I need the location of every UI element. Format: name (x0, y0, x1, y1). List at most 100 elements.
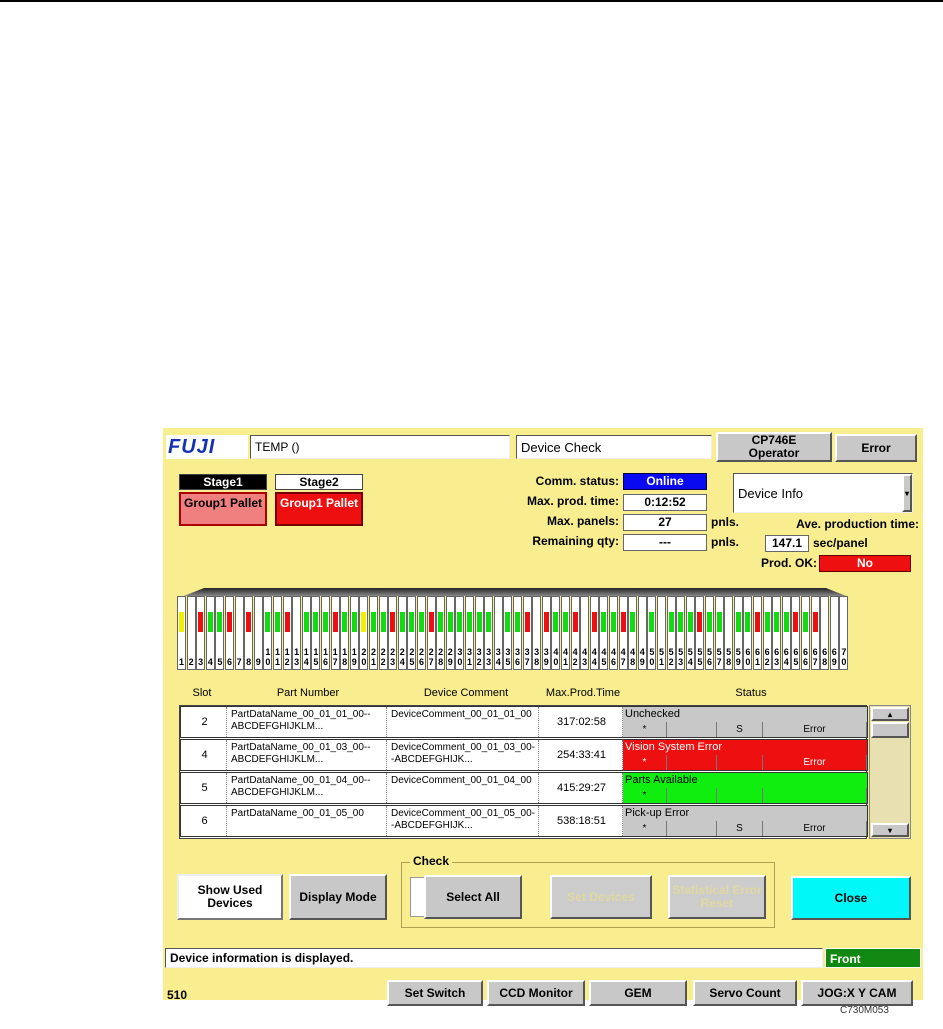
feeder-slot[interactable]: 21 (369, 596, 378, 670)
feeder-slot[interactable]: 16 (321, 596, 330, 670)
feeder-slot[interactable]: 39 (541, 596, 551, 670)
slot-number: 10 (265, 647, 271, 667)
feeder-slot[interactable]: 44 (589, 596, 599, 670)
feeder-slot[interactable]: 30 (455, 596, 465, 670)
feeder-slot[interactable]: 19 (349, 596, 359, 670)
feeder-slot[interactable]: 58 (724, 596, 734, 670)
feeder-slot[interactable]: 22 (378, 596, 388, 670)
feeder-slot[interactable]: 67 (810, 596, 820, 670)
set-switch-button[interactable]: Set Switch (387, 980, 483, 1006)
statistical-error-reset-button[interactable]: Statistical Error Reset (668, 875, 766, 919)
feeder-slot[interactable]: 23 (388, 596, 398, 670)
table-row[interactable]: 4 PartDataName_00_01_03_00--ABCDEFGHIJKLM… (180, 739, 868, 771)
feeder-slot[interactable]: 3 (196, 596, 206, 670)
feeder-slot[interactable]: 13 (292, 596, 302, 670)
feeder-slot[interactable]: 25 (407, 596, 417, 670)
feeder-slot[interactable]: 35 (503, 596, 513, 670)
feeder-slot[interactable]: 63 (772, 596, 782, 670)
feeder-slot[interactable]: 65 (791, 596, 801, 670)
feeder-slot[interactable]: 15 (311, 596, 321, 670)
feeder-slot[interactable]: 14 (301, 596, 311, 670)
feeder-slot[interactable]: 29 (445, 596, 455, 670)
feeder-slot[interactable]: 62 (762, 596, 772, 670)
feeder-slot[interactable]: 27 (426, 596, 436, 670)
error-button[interactable]: Error (835, 434, 917, 462)
slot-status-indicator (303, 612, 309, 632)
feeder-slot[interactable]: 69 (829, 596, 839, 670)
feeder-slot[interactable]: 59 (733, 596, 743, 670)
feeder-slot[interactable]: 26 (417, 596, 426, 670)
feeder-slot[interactable]: 66 (801, 596, 810, 670)
feeder-slot[interactable]: 49 (637, 596, 647, 670)
slot-number: 25 (409, 647, 415, 667)
feeder-slot[interactable]: 1 (177, 596, 186, 670)
close-button[interactable]: Close (791, 876, 911, 920)
feeder-slot[interactable]: 57 (714, 596, 724, 670)
chevron-down-icon[interactable]: ▾ (902, 474, 912, 512)
feeder-slot[interactable]: 36 (513, 596, 522, 670)
feeder-slot[interactable]: 20 (359, 596, 369, 670)
gem-button[interactable]: GEM (589, 980, 687, 1006)
table-scrollbar[interactable]: ▴ ▾ (869, 705, 911, 839)
feeder-slot[interactable]: 41 (561, 596, 570, 670)
select-all-button[interactable]: Select All (424, 875, 522, 919)
feeder-slot[interactable]: 37 (522, 596, 532, 670)
feeder-slot[interactable]: 48 (628, 596, 638, 670)
table-row[interactable]: 2 PartDataName_00_01_01_00--ABCDEFGHIJKLM… (180, 706, 868, 738)
feeder-slot[interactable]: 34 (493, 596, 503, 670)
feeder-slot[interactable]: 17 (330, 596, 340, 670)
feeder-slot[interactable]: 47 (618, 596, 628, 670)
feeder-slot[interactable]: 70 (839, 596, 849, 670)
feeder-slot[interactable]: 52 (666, 596, 676, 670)
feeder-slot[interactable]: 9 (253, 596, 263, 670)
feeder-slot[interactable]: 64 (781, 596, 791, 670)
scroll-thumb[interactable] (871, 722, 909, 738)
scroll-down-icon[interactable]: ▾ (871, 823, 909, 837)
feeder-slot[interactable]: 2 (186, 596, 196, 670)
feeder-slot[interactable]: 18 (340, 596, 350, 670)
feeder-slot[interactable]: 8 (244, 596, 254, 670)
stage1-group-pallet[interactable]: Group1 Pallet (179, 492, 267, 526)
servo-count-button[interactable]: Servo Count (693, 980, 797, 1006)
show-used-devices-button[interactable]: Show Used Devices (177, 874, 283, 920)
device-info-dropdown[interactable]: Device Info ▾ (733, 473, 913, 513)
feeder-slot[interactable]: 38 (532, 596, 542, 670)
feeder-slot[interactable]: 40 (551, 596, 561, 670)
jog-xycam-button[interactable]: JOG:X Y CAM (801, 980, 913, 1006)
feeder-slot[interactable]: 28 (436, 596, 446, 670)
scroll-up-icon[interactable]: ▴ (871, 707, 909, 721)
feeder-slot[interactable]: 32 (474, 596, 484, 670)
feeder-slot[interactable]: 68 (820, 596, 830, 670)
feeder-slot[interactable]: 5 (215, 596, 225, 670)
feeder-slot[interactable]: 53 (676, 596, 686, 670)
stage2-group-pallet[interactable]: Group1 Pallet (275, 492, 363, 526)
feeder-slot[interactable]: 46 (609, 596, 618, 670)
ccd-monitor-button[interactable]: CCD Monitor (487, 980, 585, 1006)
feeder-slot[interactable]: 7 (234, 596, 244, 670)
table-row[interactable]: 5 PartDataName_00_01_04_00--ABCDEFGHIJKLM… (180, 772, 868, 804)
feeder-slot[interactable]: 56 (705, 596, 714, 670)
feeder-slot[interactable]: 60 (743, 596, 753, 670)
feeder-slot[interactable]: 61 (753, 596, 762, 670)
feeder-slot[interactable]: 33 (484, 596, 494, 670)
set-devices-button[interactable]: Set Devices (550, 875, 652, 919)
feeder-slot[interactable]: 11 (273, 596, 282, 670)
operator-button[interactable]: CP746E Operator (716, 432, 832, 462)
feeder-slot[interactable]: 4 (205, 596, 215, 670)
feeder-slot[interactable]: 12 (282, 596, 292, 670)
feeder-slot[interactable]: 42 (570, 596, 580, 670)
feeder-slot[interactable]: 51 (657, 596, 666, 670)
feeder-slot[interactable]: 45 (599, 596, 609, 670)
feeder-slot[interactable]: 55 (695, 596, 705, 670)
feeder-slot[interactable]: 24 (397, 596, 407, 670)
display-mode-button[interactable]: Display Mode (289, 874, 387, 920)
feeder-slot[interactable]: 6 (225, 596, 234, 670)
feeder-slot[interactable]: 54 (685, 596, 695, 670)
feeder-slot[interactable]: 43 (580, 596, 590, 670)
stage2-tab[interactable]: Stage2 (275, 474, 363, 490)
feeder-slot[interactable]: 10 (263, 596, 273, 670)
feeder-slot[interactable]: 31 (465, 596, 474, 670)
stage1-tab[interactable]: Stage1 (179, 474, 267, 490)
table-row[interactable]: 6 PartDataName_00_01_05_00 DeviceComment_0… (180, 805, 868, 837)
feeder-slot[interactable]: 50 (647, 596, 657, 670)
